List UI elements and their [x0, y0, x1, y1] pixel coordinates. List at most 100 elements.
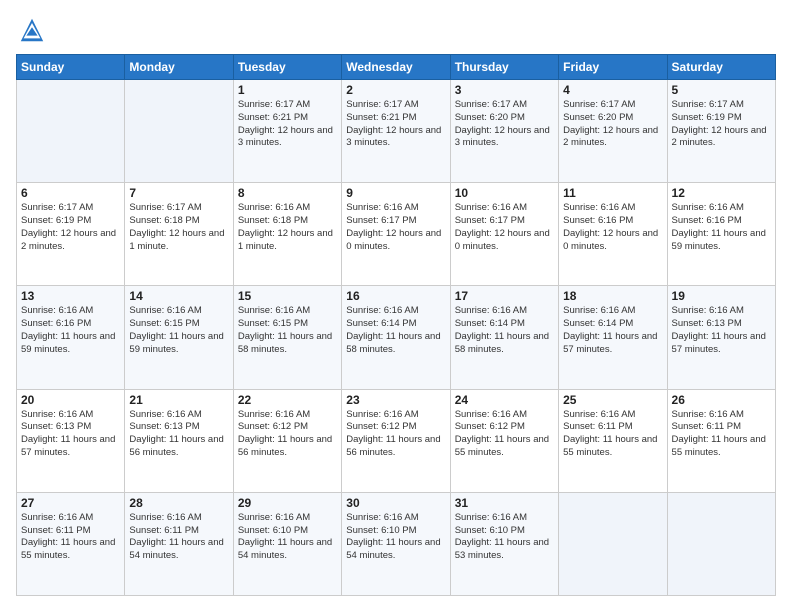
cell-info: Sunrise: 6:16 AM Sunset: 6:14 PM Dayligh…	[563, 305, 662, 356]
day-number: 2	[346, 83, 445, 97]
cell-info: Sunrise: 6:16 AM Sunset: 6:12 PM Dayligh…	[238, 409, 337, 460]
calendar-week-5: 27 Sunrise: 6:16 AM Sunset: 6:11 PM Dayli…	[17, 492, 776, 595]
calendar-cell	[667, 492, 775, 595]
calendar-header-monday: Monday	[125, 55, 233, 80]
day-number: 12	[672, 186, 771, 200]
cell-info: Sunrise: 6:17 AM Sunset: 6:20 PM Dayligh…	[455, 99, 554, 150]
calendar-cell: 26 Sunrise: 6:16 AM Sunset: 6:11 PM Dayli…	[667, 389, 775, 492]
day-number: 23	[346, 393, 445, 407]
calendar-week-2: 6 Sunrise: 6:17 AM Sunset: 6:19 PM Daylig…	[17, 183, 776, 286]
day-number: 4	[563, 83, 662, 97]
cell-info: Sunrise: 6:16 AM Sunset: 6:12 PM Dayligh…	[455, 409, 554, 460]
calendar-header-wednesday: Wednesday	[342, 55, 450, 80]
cell-info: Sunrise: 6:16 AM Sunset: 6:17 PM Dayligh…	[346, 202, 445, 253]
calendar-cell: 3 Sunrise: 6:17 AM Sunset: 6:20 PM Daylig…	[450, 80, 558, 183]
day-number: 18	[563, 289, 662, 303]
cell-info: Sunrise: 6:17 AM Sunset: 6:18 PM Dayligh…	[129, 202, 228, 253]
day-number: 25	[563, 393, 662, 407]
cell-info: Sunrise: 6:16 AM Sunset: 6:14 PM Dayligh…	[346, 305, 445, 356]
cell-info: Sunrise: 6:16 AM Sunset: 6:13 PM Dayligh…	[129, 409, 228, 460]
calendar-cell: 24Sunrise: 6:16 AM Sunset: 6:12 PM Dayli…	[450, 389, 558, 492]
logo-icon	[18, 16, 46, 44]
day-number: 16	[346, 289, 445, 303]
calendar-table: SundayMondayTuesdayWednesdayThursdayFrid…	[16, 54, 776, 596]
cell-info: Sunrise: 6:16 AM Sunset: 6:10 PM Dayligh…	[455, 512, 554, 563]
day-number: 20	[21, 393, 120, 407]
calendar-cell: 28 Sunrise: 6:16 AM Sunset: 6:11 PM Dayli…	[125, 492, 233, 595]
cell-info: Sunrise: 6:16 AM Sunset: 6:17 PM Dayligh…	[455, 202, 554, 253]
calendar-cell: 13 Sunrise: 6:16 AM Sunset: 6:16 PM Dayli…	[17, 286, 125, 389]
day-number: 31	[455, 496, 554, 510]
calendar-cell: 2Sunrise: 6:17 AM Sunset: 6:21 PM Daylig…	[342, 80, 450, 183]
calendar-cell: 23 Sunrise: 6:16 AM Sunset: 6:12 PM Dayli…	[342, 389, 450, 492]
cell-info: Sunrise: 6:16 AM Sunset: 6:11 PM Dayligh…	[672, 409, 771, 460]
calendar-cell: 27 Sunrise: 6:16 AM Sunset: 6:11 PM Dayli…	[17, 492, 125, 595]
calendar-header-thursday: Thursday	[450, 55, 558, 80]
day-number: 7	[129, 186, 228, 200]
cell-info: Sunrise: 6:16 AM Sunset: 6:11 PM Dayligh…	[129, 512, 228, 563]
day-number: 13	[21, 289, 120, 303]
cell-info: Sunrise: 6:16 AM Sunset: 6:12 PM Dayligh…	[346, 409, 445, 460]
calendar-cell: 4 Sunrise: 6:17 AM Sunset: 6:20 PM Daylig…	[559, 80, 667, 183]
calendar-cell: 7 Sunrise: 6:17 AM Sunset: 6:18 PM Daylig…	[125, 183, 233, 286]
calendar-cell: 21 Sunrise: 6:16 AM Sunset: 6:13 PM Dayli…	[125, 389, 233, 492]
day-number: 22	[238, 393, 337, 407]
calendar-cell: 11Sunrise: 6:16 AM Sunset: 6:16 PM Dayli…	[559, 183, 667, 286]
day-number: 27	[21, 496, 120, 510]
cell-info: Sunrise: 6:17 AM Sunset: 6:19 PM Dayligh…	[21, 202, 120, 253]
calendar-cell: 31 Sunrise: 6:16 AM Sunset: 6:10 PM Dayli…	[450, 492, 558, 595]
day-number: 8	[238, 186, 337, 200]
calendar-cell: 15 Sunrise: 6:16 AM Sunset: 6:15 PM Dayli…	[233, 286, 341, 389]
calendar-cell: 10 Sunrise: 6:16 AM Sunset: 6:17 PM Dayli…	[450, 183, 558, 286]
day-number: 14	[129, 289, 228, 303]
header	[16, 16, 776, 44]
cell-info: Sunrise: 6:16 AM Sunset: 6:16 PM Dayligh…	[563, 202, 662, 253]
calendar-cell: 17 Sunrise: 6:16 AM Sunset: 6:14 PM Dayli…	[450, 286, 558, 389]
calendar-cell: 5Sunrise: 6:17 AM Sunset: 6:19 PM Daylig…	[667, 80, 775, 183]
day-number: 17	[455, 289, 554, 303]
cell-info: Sunrise: 6:17 AM Sunset: 6:21 PM Dayligh…	[238, 99, 337, 150]
calendar-cell: 30Sunrise: 6:16 AM Sunset: 6:10 PM Dayli…	[342, 492, 450, 595]
calendar-week-3: 13 Sunrise: 6:16 AM Sunset: 6:16 PM Dayli…	[17, 286, 776, 389]
calendar-header-sunday: Sunday	[17, 55, 125, 80]
cell-info: Sunrise: 6:16 AM Sunset: 6:18 PM Dayligh…	[238, 202, 337, 253]
calendar-cell: 1Sunrise: 6:17 AM Sunset: 6:21 PM Daylig…	[233, 80, 341, 183]
calendar-cell: 12 Sunrise: 6:16 AM Sunset: 6:16 PM Dayli…	[667, 183, 775, 286]
calendar-week-4: 20 Sunrise: 6:16 AM Sunset: 6:13 PM Dayli…	[17, 389, 776, 492]
calendar-cell: 29Sunrise: 6:16 AM Sunset: 6:10 PM Dayli…	[233, 492, 341, 595]
calendar-header-tuesday: Tuesday	[233, 55, 341, 80]
cell-info: Sunrise: 6:16 AM Sunset: 6:16 PM Dayligh…	[21, 305, 120, 356]
calendar-cell: 18 Sunrise: 6:16 AM Sunset: 6:14 PM Dayli…	[559, 286, 667, 389]
cell-info: Sunrise: 6:16 AM Sunset: 6:16 PM Dayligh…	[672, 202, 771, 253]
day-number: 10	[455, 186, 554, 200]
calendar-cell: 22 Sunrise: 6:16 AM Sunset: 6:12 PM Dayli…	[233, 389, 341, 492]
calendar-cell: 25 Sunrise: 6:16 AM Sunset: 6:11 PM Dayli…	[559, 389, 667, 492]
calendar-cell: 20 Sunrise: 6:16 AM Sunset: 6:13 PM Dayli…	[17, 389, 125, 492]
calendar-cell: 14Sunrise: 6:16 AM Sunset: 6:15 PM Dayli…	[125, 286, 233, 389]
calendar-cell: 8 Sunrise: 6:16 AM Sunset: 6:18 PM Daylig…	[233, 183, 341, 286]
cell-info: Sunrise: 6:16 AM Sunset: 6:13 PM Dayligh…	[21, 409, 120, 460]
calendar-header-saturday: Saturday	[667, 55, 775, 80]
day-number: 15	[238, 289, 337, 303]
cell-info: Sunrise: 6:16 AM Sunset: 6:11 PM Dayligh…	[563, 409, 662, 460]
day-number: 19	[672, 289, 771, 303]
day-number: 6	[21, 186, 120, 200]
calendar-cell	[559, 492, 667, 595]
day-number: 26	[672, 393, 771, 407]
calendar-cell: 19Sunrise: 6:16 AM Sunset: 6:13 PM Dayli…	[667, 286, 775, 389]
day-number: 5	[672, 83, 771, 97]
calendar-cell: 6 Sunrise: 6:17 AM Sunset: 6:19 PM Daylig…	[17, 183, 125, 286]
day-number: 3	[455, 83, 554, 97]
calendar-header-friday: Friday	[559, 55, 667, 80]
cell-info: Sunrise: 6:16 AM Sunset: 6:14 PM Dayligh…	[455, 305, 554, 356]
calendar-week-1: 1Sunrise: 6:17 AM Sunset: 6:21 PM Daylig…	[17, 80, 776, 183]
cell-info: Sunrise: 6:17 AM Sunset: 6:20 PM Dayligh…	[563, 99, 662, 150]
cell-info: Sunrise: 6:16 AM Sunset: 6:11 PM Dayligh…	[21, 512, 120, 563]
page: SundayMondayTuesdayWednesdayThursdayFrid…	[0, 0, 792, 612]
day-number: 9	[346, 186, 445, 200]
day-number: 28	[129, 496, 228, 510]
calendar-cell	[125, 80, 233, 183]
cell-info: Sunrise: 6:16 AM Sunset: 6:15 PM Dayligh…	[238, 305, 337, 356]
day-number: 21	[129, 393, 228, 407]
cell-info: Sunrise: 6:16 AM Sunset: 6:10 PM Dayligh…	[346, 512, 445, 563]
